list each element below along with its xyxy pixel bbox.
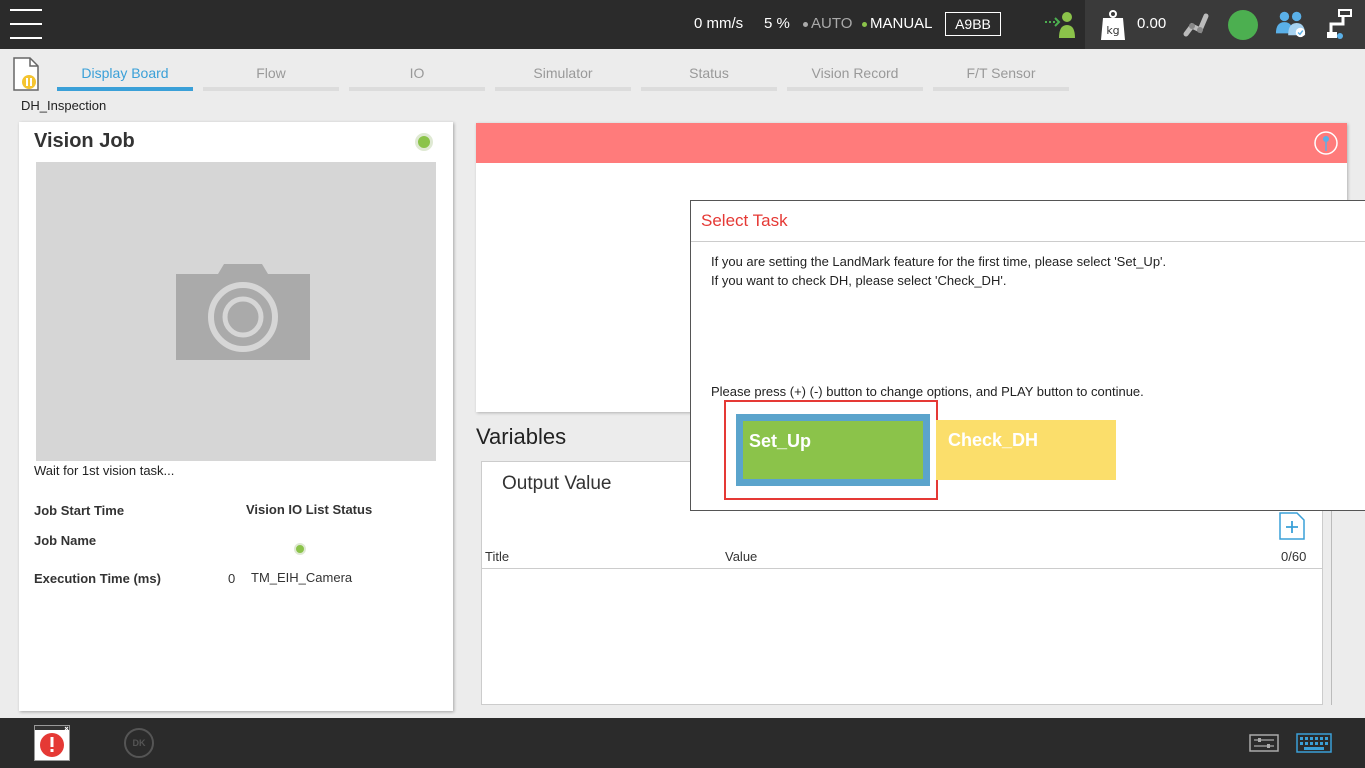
header-divider [482, 568, 1322, 569]
status-circle-icon[interactable] [1228, 10, 1258, 40]
execution-time-value: 0 [228, 571, 236, 586]
variables-title: Variables [476, 424, 567, 449]
payload-kg-icon[interactable]: kg [1097, 9, 1129, 41]
execution-time-label: Execution Time (ms) [34, 571, 161, 586]
dialog-divider [691, 241, 1365, 242]
robot-arm-icon[interactable] [1180, 8, 1212, 40]
column-value: Value [725, 549, 758, 564]
payload-value: 0.00 [1137, 15, 1167, 32]
tab-ft-sensor[interactable]: F/T Sensor [933, 65, 1069, 91]
job-start-time-label: Job Start Time [34, 503, 125, 518]
tab-display-board[interactable]: Display Board [57, 65, 193, 91]
message-panel-header [476, 123, 1347, 163]
vision-io-status-label: Vision IO List Status [246, 502, 373, 517]
error-alert-icon [35, 726, 69, 757]
svg-text:kg: kg [1106, 24, 1119, 37]
add-variable-icon[interactable] [1279, 512, 1305, 540]
top-bar: 0 mm/s 5 % AUTO MANUAL A9BB kg 0.00 [0, 0, 1365, 49]
variable-count: 0/60 [1281, 549, 1307, 564]
tab-vision-record[interactable]: Vision Record [787, 65, 923, 91]
select-task-dialog: Select Task If you are setting the LandM… [690, 200, 1365, 511]
tab-simulator[interactable]: Simulator [495, 65, 631, 91]
mode-manual[interactable]: MANUAL [862, 15, 933, 32]
vision-job-title: Vision Job [34, 130, 135, 152]
camera-view [36, 162, 436, 461]
set-up-option-button[interactable]: Set_Up [736, 414, 930, 486]
column-title: Title [485, 549, 510, 564]
project-status-icon[interactable] [12, 57, 40, 91]
dialog-message-line1: If you are setting the LandMark feature … [711, 254, 1167, 269]
camera-name: TM_EIH_Camera [251, 570, 353, 585]
user-login-icon[interactable] [1043, 8, 1075, 40]
pin-icon[interactable] [1314, 131, 1338, 155]
keyboard-icon[interactable] [1296, 732, 1332, 754]
dialog-title: Select Task [701, 211, 788, 230]
flow-name: DH_Inspection [21, 98, 107, 113]
tab-bar: Display Board Flow IO Simulator Status V… [0, 49, 1365, 121]
robot-id-badge: A9BB [945, 12, 1001, 36]
error-alert-button[interactable] [34, 725, 70, 761]
topbar-status-area: kg 0.00 [1085, 0, 1365, 49]
bottom-bar: DK [0, 718, 1365, 768]
vision-job-panel: Vision Job Wait for 1st vision task... J… [19, 122, 453, 711]
vision-status-led [415, 133, 433, 151]
dialog-instruction: Please press (+) (-) button to change op… [711, 384, 1144, 399]
check-dh-option-button[interactable]: Check_DH [936, 420, 1116, 480]
users-icon[interactable] [1275, 8, 1307, 40]
controller-settings-icon[interactable] [1249, 732, 1279, 754]
mode-auto[interactable]: AUTO [803, 15, 852, 32]
vision-io-led [294, 543, 306, 555]
menu-icon[interactable] [10, 9, 42, 39]
tab-status[interactable]: Status [641, 65, 777, 91]
job-name-label: Job Name [34, 533, 97, 548]
speed-percent: 5 % [764, 15, 790, 32]
dk-icon[interactable]: DK [124, 728, 154, 758]
tab-io[interactable]: IO [349, 65, 485, 91]
camera-icon [176, 264, 310, 360]
robot-settings-icon[interactable] [1325, 8, 1357, 40]
speed-readout: 0 mm/s [694, 15, 744, 32]
dialog-message-line2: If you want to check DH, please select '… [711, 273, 1007, 288]
output-value-title: Output Value [502, 473, 612, 494]
wait-status-text: Wait for 1st vision task... [34, 463, 175, 478]
tab-flow[interactable]: Flow [203, 65, 339, 91]
